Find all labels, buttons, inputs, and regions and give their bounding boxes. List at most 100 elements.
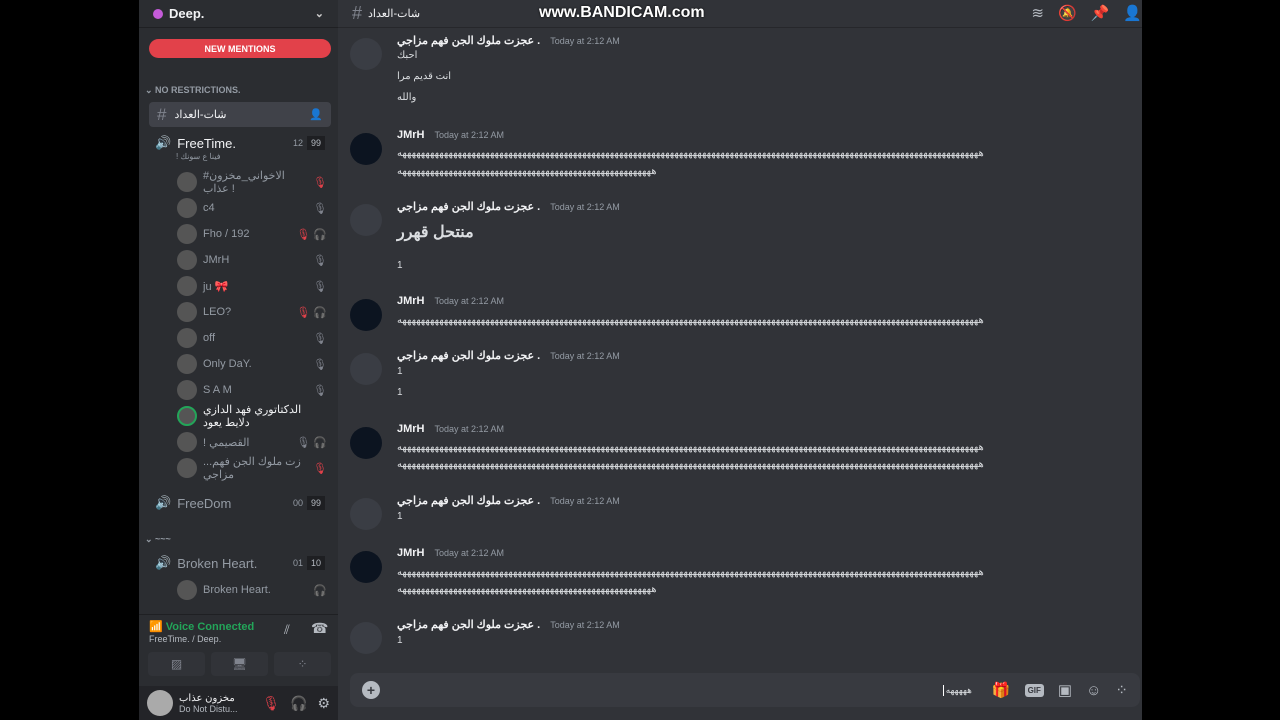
voice-member[interactable]: JMrH 🎙	[177, 249, 327, 271]
message-timestamp: Today at 2:12 AM	[434, 130, 505, 140]
category-header[interactable]: ⌄ NO RESTRICTIONS.	[145, 85, 241, 96]
screen-share-button[interactable]: 🖥	[211, 652, 268, 676]
pin-icon[interactable]: 📌	[1091, 4, 1110, 22]
message-text: 1	[397, 260, 403, 271]
add-member-icon[interactable]: 👤	[309, 108, 323, 121]
disconnect-icon[interactable]: ☎	[311, 620, 328, 637]
member-name: off	[203, 332, 216, 344]
gif-icon[interactable]: GIF	[1024, 683, 1044, 697]
voice-member[interactable]: off 🎙	[177, 327, 327, 349]
message-author[interactable]: JMrH	[397, 129, 425, 141]
message-author[interactable]: عجزت ملوك الجن فهم مزاجي .	[397, 200, 540, 213]
mic-muted-icon: 🎙	[313, 280, 327, 293]
voice-channel-freedom[interactable]: 🔊 FreeDom 00 99	[155, 495, 325, 511]
category-header-2[interactable]: ⌄ ~~~	[145, 534, 171, 545]
voice-member[interactable]: ! القصيمي 🎙 🎧	[177, 431, 327, 453]
voice-member[interactable]: LEO? 🎙 🎧	[177, 301, 327, 323]
message-timestamp: Today at 2:12 AM	[434, 424, 505, 434]
voice-member[interactable]: Only DaY. 🎙	[177, 353, 327, 375]
avatar	[177, 432, 197, 452]
avatar	[177, 380, 197, 400]
user-panel: مخزون عذاب Do Not Distu... 🎙 🎧 ⚙	[139, 686, 338, 720]
server-icon	[153, 8, 163, 19]
voice-member[interactable]: ...زت ملوك الجن فهم مزاجي 🎙	[177, 456, 327, 481]
avatar[interactable]	[350, 299, 382, 331]
user-count: 01 10	[288, 556, 325, 570]
avatar[interactable]	[350, 498, 382, 530]
channel-header: # شات-العداد ≋ 🔕 📌 👤	[338, 0, 1142, 28]
voice-member[interactable]: S A M 🎙	[177, 379, 327, 401]
gear-icon[interactable]: ⚙	[317, 695, 330, 712]
message-author[interactable]: عجزت ملوك الجن فهم مزاجي .	[397, 494, 540, 507]
voice-member[interactable]: c4 🎙	[177, 197, 327, 219]
headphones-deafened-icon: 🎧	[313, 228, 327, 241]
headphones-deafened-icon: 🎧	[313, 436, 327, 449]
gift-icon[interactable]: 🎁	[992, 681, 1011, 699]
sticker-icon[interactable]: ▣	[1058, 681, 1072, 699]
apps-icon[interactable]: ⁘	[1115, 681, 1128, 699]
camera-off-button[interactable]: ▨	[148, 652, 205, 676]
mic-muted-icon[interactable]: 🎙	[262, 695, 280, 712]
notification-off-icon[interactable]: 🔕	[1058, 4, 1077, 22]
voice-connected-status[interactable]: 📶 Voice Connected	[149, 620, 254, 633]
voice-channel-label: Broken Heart.	[177, 555, 258, 571]
avatar[interactable]	[350, 622, 382, 654]
user-count: 12 99	[288, 136, 325, 150]
mic-icon: 🎙	[313, 332, 327, 345]
limit: 10	[306, 556, 325, 570]
mic-muted-icon: 🎙	[313, 254, 327, 267]
avatar	[177, 458, 197, 478]
avatar	[177, 580, 197, 600]
message-input[interactable]: هههههه	[942, 684, 972, 696]
threads-icon[interactable]: ≋	[1031, 4, 1044, 22]
plus-icon[interactable]: +	[362, 681, 380, 699]
avatar[interactable]	[147, 690, 173, 716]
voice-member[interactable]: الدكتاتوري فهد الدازي دلايط يعود	[177, 404, 327, 429]
voice-member[interactable]: #الاخواني_مخزون عذاب ! 🎙	[177, 170, 327, 195]
message-author[interactable]: JMrH	[397, 423, 425, 435]
avatar[interactable]	[350, 204, 382, 236]
server-header[interactable]: Deep. ⌄	[139, 0, 338, 28]
limit: 99	[306, 136, 325, 150]
voice-member[interactable]: ju 🎀 🎙	[177, 275, 327, 297]
noise-suppression-icon[interactable]: ⫽	[284, 622, 290, 638]
voice-channel-freetime[interactable]: 🔊 FreeTime. 12 99	[155, 135, 325, 151]
message-author[interactable]: عجزت ملوك الجن فهم مزاجي .	[397, 618, 540, 631]
message-timestamp: Today at 2:12 AM	[434, 296, 505, 306]
count: 01	[288, 556, 307, 570]
message-author[interactable]: JMrH	[397, 547, 425, 559]
channel-title: شات-العداد	[368, 8, 421, 20]
headphones-icon[interactable]: 🎧	[290, 695, 307, 712]
emoji-icon[interactable]: ☺	[1086, 682, 1101, 699]
message-author[interactable]: JMrH	[397, 295, 425, 307]
avatar	[177, 198, 197, 218]
chevron-down-icon[interactable]: ⌄	[315, 7, 324, 20]
voice-location[interactable]: FreeTime. / Deep.	[149, 634, 221, 644]
message-author[interactable]: عجزت ملوك الجن فهم مزاجي .	[397, 34, 540, 47]
avatar[interactable]	[350, 551, 382, 583]
avatar	[177, 354, 197, 374]
message-text: هههههههههههههههههههههههههههههههههههههههه…	[397, 584, 657, 595]
bandicam-watermark: www.BANDICAM.com	[539, 4, 705, 21]
member-name: ...زت ملوك الجن فهم مزاجي	[203, 456, 301, 481]
category-label: ~~~	[155, 534, 171, 544]
avatar[interactable]	[350, 38, 382, 70]
headphones-deafened-icon: 🎧	[313, 306, 327, 319]
member-list-icon[interactable]: 👤	[1123, 4, 1142, 22]
message-composer[interactable]: + هههههه 🎁 GIF ▣ ☺ ⁘	[350, 673, 1140, 707]
avatar	[177, 224, 197, 244]
voice-channel-broken-heart[interactable]: 🔊 Broken Heart. 01 10	[155, 555, 325, 571]
voice-member[interactable]: Fho / 192 🎙 🎧	[177, 223, 327, 245]
avatar[interactable]	[350, 427, 382, 459]
new-mentions-button[interactable]: NEW MENTIONS	[149, 39, 331, 58]
avatar[interactable]	[350, 353, 382, 385]
speaker-icon: 🔊	[155, 495, 172, 510]
voice-channel-label: FreeTime.	[177, 135, 236, 151]
avatar[interactable]	[350, 133, 382, 165]
member-name: Only DaY.	[203, 358, 252, 370]
message-timestamp: Today at 2:12 AM	[550, 496, 620, 506]
message-author[interactable]: عجزت ملوك الجن فهم مزاجي .	[397, 349, 540, 362]
channel-item-active[interactable]: # شات-العداد 👤	[149, 102, 331, 127]
activities-button[interactable]: ⁘	[274, 652, 331, 676]
voice-member[interactable]: Broken Heart. 🎧	[177, 579, 327, 601]
